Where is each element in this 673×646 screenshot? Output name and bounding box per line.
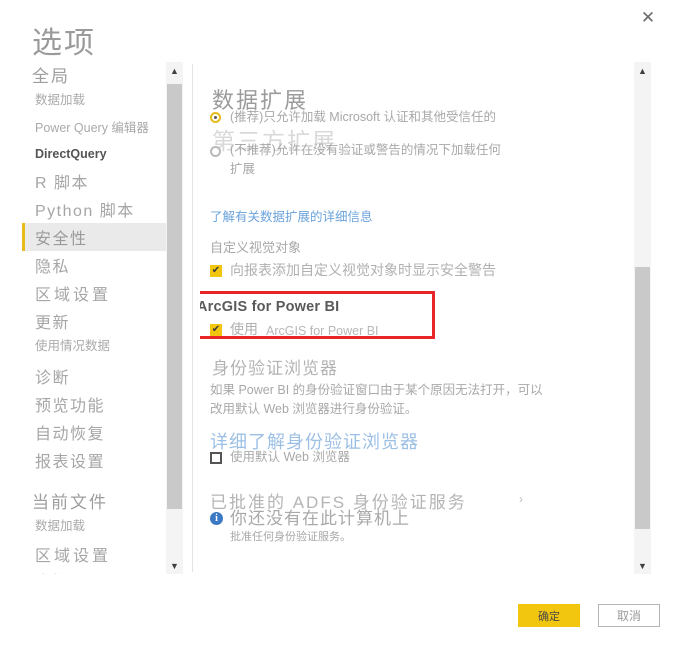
settings-content: 数据扩展 (推荐)只允许加载 Microsoft 认证和其他受信任的 第三方扩展… <box>200 62 628 574</box>
sidebar-item-privacy-current[interactable]: 隐私 <box>22 568 168 574</box>
sidebar-item-report-settings[interactable]: 报表设置 <box>22 446 168 474</box>
checkbox-label-custom-visual-warning: 向报表添加自定义视觉对象时显示安全警告 <box>230 261 496 280</box>
sidebar-item-usage-data[interactable]: 使用情况数据 <box>22 335 168 356</box>
sidebar-item-data-load-current[interactable]: 数据加载 <box>22 513 168 536</box>
sidebar-item-directquery[interactable]: DirectQuery <box>22 138 168 163</box>
checkbox-label-use-default-web-browser: 使用默认 Web 浏览器 <box>230 448 350 467</box>
ok-button[interactable]: 确定 <box>518 604 580 627</box>
link-learn-more-data-extensions[interactable]: 了解有关数据扩展的详细信息 <box>210 206 373 225</box>
checkbox-use-default-web-browser[interactable]: ✔ <box>210 452 222 464</box>
sidebar-item-r-script[interactable]: R 脚本 <box>22 163 168 195</box>
sidebar-item-data-load-global[interactable]: 数据加载 <box>22 87 168 110</box>
close-icon[interactable]: ✕ <box>631 2 665 32</box>
cancel-button[interactable]: 取消 <box>598 604 660 627</box>
sidebar-item-regional-settings-global[interactable]: 区域设置 <box>22 279 168 307</box>
sidebar-item-security[interactable]: 安全性 <box>22 223 168 251</box>
chevron-up-icon[interactable]: ▲ <box>166 62 183 79</box>
sidebar-item-python-script[interactable]: Python 脚本 <box>22 195 168 223</box>
chevron-down-icon[interactable]: ▼ <box>634 557 651 574</box>
checkbox-label-use-arcgis-cn: 使用 <box>230 320 258 339</box>
sidebar-scrollbar[interactable]: ▲ ▼ <box>166 62 183 574</box>
section-heading-arcgis: ArcGIS for Power BI <box>200 299 339 315</box>
adfs-chevron-icon: › <box>519 492 523 506</box>
sidebar-item-privacy-global[interactable]: 隐私 <box>22 251 168 279</box>
sidebar-item-preview-features[interactable]: 预览功能 <box>22 390 168 418</box>
pane-divider <box>192 64 193 572</box>
checkbox-use-arcgis[interactable]: ✔ <box>210 324 222 336</box>
info-icon: i <box>210 512 223 525</box>
checkbox-label-use-arcgis-en: ArcGIS for Power BI <box>266 322 379 341</box>
sidebar-item-auto-recovery-global[interactable]: 自动恢复 <box>22 418 168 446</box>
sidebar: 全局 数据加载 Power Query 编辑器 DirectQuery R 脚本… <box>22 62 168 574</box>
adfs-info-line1: 你还没有在此计算机上 <box>230 504 410 529</box>
radio-not-recommended-extensions[interactable] <box>210 146 221 157</box>
sidebar-item-regional-settings-current[interactable]: 区域设置 <box>22 536 168 568</box>
chevron-down-icon[interactable]: ▼ <box>166 557 183 574</box>
sidebar-scrollbar-thumb[interactable] <box>167 84 182 509</box>
sidebar-group-title-global: 全局 <box>22 62 168 87</box>
auth-browser-desc-line2: 改用默认 Web 浏览器进行身份验证。 <box>210 400 417 419</box>
sidebar-item-power-query-editor[interactable]: Power Query 编辑器 <box>22 110 168 138</box>
sidebar-group-title-current-file: 当前文件 <box>22 488 168 513</box>
auth-browser-desc-line1: 如果 Power BI 的身份验证窗口由于某个原因无法打开，可以 <box>210 381 543 400</box>
content-scrollbar-thumb[interactable] <box>635 267 650 529</box>
page-title: 选项 <box>32 18 96 62</box>
adfs-info-line2: 批准任何身份验证服务。 <box>230 530 351 545</box>
radio-label-not-recommended-line1: (不推荐)允许在没有验证或警告的情况下加载任何 <box>230 141 628 160</box>
radio-label-not-recommended-line2: 扩展 <box>230 160 255 179</box>
checkbox-custom-visual-warning[interactable]: ✔ <box>210 265 222 277</box>
section-heading-custom-visuals: 自定义视觉对象 <box>210 238 301 257</box>
content-scrollbar[interactable]: ▲ ▼ <box>634 62 651 574</box>
sidebar-item-updates[interactable]: 更新 <box>22 307 168 335</box>
dialog-footer: 确定 取消 <box>0 588 673 646</box>
section-heading-auth-browser: 身份验证浏览器 <box>212 354 338 379</box>
sidebar-item-diagnostics[interactable]: 诊断 <box>22 356 168 390</box>
options-dialog: ✕ 选项 全局 数据加载 Power Query 编辑器 DirectQuery… <box>0 0 673 646</box>
chevron-up-icon[interactable]: ▲ <box>634 62 651 79</box>
